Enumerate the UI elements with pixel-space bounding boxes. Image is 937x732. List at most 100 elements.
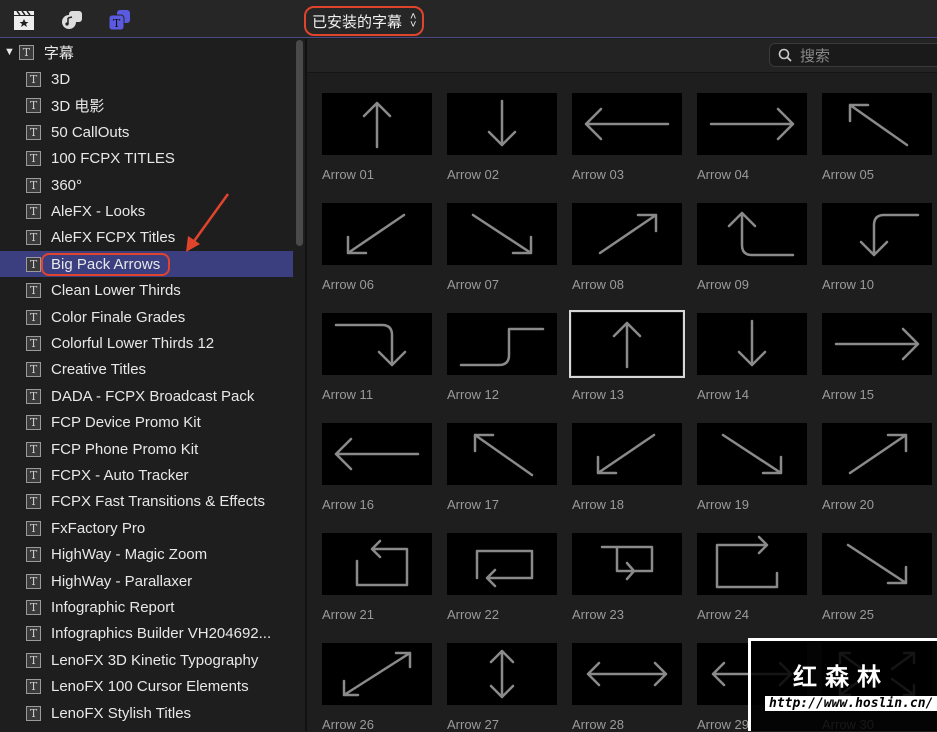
sidebar-item[interactable]: T FCP Device Promo Kit	[0, 410, 293, 436]
sidebar-item[interactable]: T DADA - FCPX Broadcast Pack	[0, 383, 293, 409]
arrow-horiz2-icon	[572, 643, 682, 705]
sidebar-item[interactable]: T HighWay - Magic Zoom	[0, 542, 293, 568]
title-tile[interactable]: Arrow 06	[322, 203, 434, 292]
title-icon: T	[26, 256, 41, 272]
title-tile[interactable]: Arrow 09	[697, 203, 809, 292]
sidebar-scrollbar[interactable]	[296, 40, 303, 246]
sidebar-item[interactable]: T HighWay - Parallaxer	[0, 568, 293, 594]
title-tile[interactable]: Arrow 24	[697, 533, 809, 622]
sidebar-item[interactable]: T LenoFX 100 Cursor Elements	[0, 674, 293, 700]
clapper-star-icon[interactable]	[12, 9, 36, 31]
sidebar-item[interactable]: T 100 FCPX TITLES	[0, 146, 293, 172]
sidebar-item-label: 3D	[51, 70, 71, 88]
disclosure-triangle-icon[interactable]: ▼	[4, 46, 15, 58]
sidebar-item[interactable]: T LenoFX Stylish Titles	[0, 700, 293, 726]
title-tile[interactable]: Arrow 28	[572, 643, 684, 732]
title-icon: T	[18, 44, 34, 60]
title-tile[interactable]: Arrow 21	[322, 533, 434, 622]
sidebar-item[interactable]: T Colorful Lower Thirds 12	[0, 330, 293, 356]
arrow-right-icon	[822, 313, 932, 375]
title-tile[interactable]: Arrow 16	[322, 423, 434, 512]
sidebar-item[interactable]: T LenoFX 3D Kinetic Typography	[0, 647, 293, 673]
sidebar-item-label: FCPX Fast Transitions & Effects	[51, 493, 265, 511]
sidebar-item[interactable]: T 3D 电影	[0, 93, 293, 119]
title-tile[interactable]: Arrow 05	[822, 93, 934, 182]
tile-label: Arrow 11	[322, 387, 374, 402]
music-photo-icon[interactable]	[60, 9, 84, 31]
title-tile[interactable]: Arrow 25	[822, 533, 934, 622]
sidebar-item[interactable]: T FxFactory Pro	[0, 515, 293, 541]
title-tile[interactable]: Arrow 04	[697, 93, 809, 182]
title-tile[interactable]: Arrow 10	[822, 203, 934, 292]
tile-label: Arrow 25	[822, 607, 875, 622]
title-tile[interactable]: Arrow 13	[569, 310, 685, 402]
title-icon: T	[26, 335, 41, 351]
arrow-downleft-icon	[572, 423, 682, 485]
title-icon: T	[26, 494, 41, 510]
sidebar-item-label: 360°	[51, 176, 83, 194]
title-tile[interactable]: Arrow 12	[447, 313, 559, 402]
annotation-arrow-icon	[186, 193, 230, 252]
sidebar-item[interactable]: T FCP Phone Promo Kit	[0, 436, 293, 462]
sidebar-root-titles[interactable]: ▼ T 字幕	[0, 39, 293, 65]
title-tile[interactable]: Arrow 20	[822, 423, 934, 512]
sidebar-item[interactable]: T Clean Lower Thirds	[0, 278, 293, 304]
title-tile[interactable]: Arrow 14	[697, 313, 809, 402]
title-tile[interactable]: Arrow 18	[572, 423, 684, 512]
title-tile[interactable]: Arrow 19	[697, 423, 809, 512]
title-icon: T	[26, 177, 41, 193]
sidebar-item[interactable]: T Infographic Report	[0, 594, 293, 620]
titles-icon[interactable]: T	[108, 9, 132, 31]
sidebar-item[interactable]: T Big Pack Arrows	[0, 251, 293, 278]
title-tile[interactable]: Arrow 02	[447, 93, 559, 182]
title-icon: T	[26, 151, 41, 167]
title-tile[interactable]: Arrow 23	[572, 533, 684, 622]
tile-label: Arrow 21	[322, 607, 375, 622]
arrow-down-icon	[447, 93, 557, 155]
sidebar-item[interactable]: T FCPX - Auto Tracker	[0, 462, 293, 488]
title-tile[interactable]: Arrow 27	[447, 643, 559, 732]
sidebar-item[interactable]: T AleFX FCPX Titles	[0, 225, 293, 251]
arrow-bendup2-icon	[447, 313, 557, 375]
title-tile[interactable]: Arrow 11	[322, 313, 434, 402]
title-icon: T	[26, 652, 41, 668]
sidebar-item-label: AleFX - Looks	[51, 202, 146, 220]
sidebar-item-label: Color Finale Grades	[51, 308, 186, 326]
title-icon: T	[26, 203, 41, 219]
sidebar-item[interactable]: T Infographics Builder VH204692...	[0, 621, 293, 647]
library-filter-dropdown[interactable]: 已安装的字幕 ˄ ˅	[304, 6, 425, 36]
title-tile[interactable]: Arrow 26	[322, 643, 434, 732]
toolbar: T 已安装的字幕 ˄ ˅	[0, 0, 937, 38]
title-icon: T	[26, 441, 41, 457]
title-icon: T	[26, 283, 41, 299]
title-icon: T	[26, 705, 41, 721]
title-tile[interactable]: Arrow 22	[447, 533, 559, 622]
title-icon: T	[26, 230, 41, 246]
tile-label: Arrow 10	[822, 277, 875, 292]
sidebar-item-label: FCP Phone Promo Kit	[51, 440, 199, 458]
search-field[interactable]: 搜索	[769, 43, 937, 67]
tile-label: Arrow 05	[822, 167, 875, 182]
sidebar: ▼ T 字幕 T 3D T 3D 电影 T 50 CallOuts T 100 FCPX TI…	[0, 39, 293, 731]
tile-label: Arrow 28	[572, 717, 625, 732]
title-tile[interactable]: Arrow 07	[447, 203, 559, 292]
sidebar-item[interactable]: T 50 CallOuts	[0, 119, 293, 145]
title-tile[interactable]: Arrow 03	[572, 93, 684, 182]
sidebar-item[interactable]: T 3D	[0, 66, 293, 92]
tile-label: Arrow 02	[447, 167, 500, 182]
arrow-benddown-icon	[822, 203, 932, 265]
title-tile[interactable]: Arrow 15	[822, 313, 934, 402]
tile-label: Arrow 12	[447, 387, 500, 402]
sidebar-item-label: Creative Titles	[51, 361, 147, 379]
title-tile[interactable]: Arrow 08	[572, 203, 684, 292]
title-tile[interactable]: Arrow 01	[322, 93, 434, 182]
sidebar-item-label: FCPX - Auto Tracker	[51, 466, 189, 484]
sidebar-item[interactable]: T Color Finale Grades	[0, 304, 293, 330]
search-placeholder: 搜索	[800, 47, 831, 65]
arrow-diag2-icon	[322, 643, 432, 705]
title-tile[interactable]: Arrow 17	[447, 423, 559, 512]
sidebar-item[interactable]: T FCPX Fast Transitions & Effects	[0, 489, 293, 515]
sidebar-item[interactable]: T Creative Titles	[0, 357, 293, 383]
sidebar-item[interactable]: T AleFX - Looks	[0, 198, 293, 224]
sidebar-item[interactable]: T 360°	[0, 172, 293, 198]
